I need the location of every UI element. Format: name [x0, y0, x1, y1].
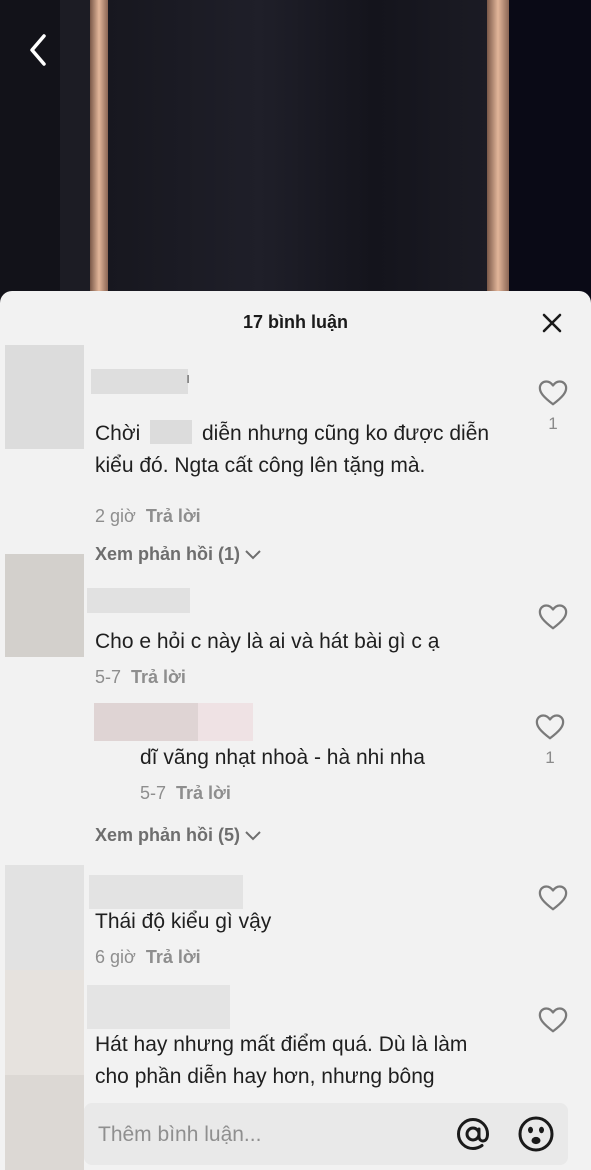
comments-count-title: 17 bình luận — [242, 312, 348, 332]
comment-text-line2: kiểu đó. Ngta cất công lên tặng mà. — [95, 454, 426, 477]
comment-meta: 2 giờ Trả lời — [95, 506, 201, 527]
heart-icon — [535, 714, 565, 740]
curtain — [509, 0, 591, 300]
reply-username-redacted[interactable] — [94, 703, 198, 741]
username-redacted[interactable] — [91, 369, 188, 394]
curtain — [60, 0, 90, 300]
comment-input-bar — [84, 1103, 568, 1165]
avatar[interactable] — [5, 865, 84, 970]
comment-text-prefix: Chời — [95, 422, 141, 445]
redacted-name — [150, 420, 193, 444]
sheet-header: 17 bình luận — [0, 291, 591, 353]
username-suffix: ı — [186, 370, 191, 387]
chevron-down-icon — [245, 831, 261, 841]
comments-sheet: 17 bình luận ı Chời diễn nhưng cũng ko đ… — [0, 291, 591, 1170]
like-button[interactable]: 1 — [538, 379, 568, 434]
heart-icon — [538, 380, 568, 406]
video-background — [0, 0, 591, 300]
heart-icon — [538, 604, 568, 630]
username-redacted[interactable] — [87, 588, 190, 613]
view-replies-label: Xem phản hồi (5) — [95, 825, 241, 845]
stage-pole — [90, 0, 108, 300]
chevron-down-icon — [245, 550, 261, 560]
like-button[interactable]: 1 — [535, 713, 565, 768]
like-count: 1 — [548, 414, 558, 433]
avatar[interactable] — [5, 345, 84, 449]
comment-meta: 6 giờ Trả lời — [95, 947, 201, 968]
username-redacted[interactable] — [87, 985, 230, 1029]
back-button[interactable] — [22, 30, 54, 70]
comment-meta: 5-7 Trả lời — [95, 667, 186, 688]
curtain — [108, 0, 488, 300]
back-icon — [30, 34, 46, 66]
comment-text-line2: cho phần diễn hay hơn, nhưng bông — [95, 1065, 435, 1088]
reply-button[interactable]: Trả lời — [146, 947, 201, 967]
comment-text: Thái độ kiểu gì vậy — [95, 910, 272, 933]
heart-icon — [538, 885, 568, 911]
comment-time: 2 giờ — [95, 506, 136, 526]
reply-button[interactable]: Trả lời — [131, 667, 186, 687]
reply-button[interactable]: Trả lời — [176, 783, 231, 803]
close-button[interactable] — [540, 311, 564, 335]
comment-text-suffix: diễn nhưng cũng ko được diễn — [201, 422, 490, 445]
like-button[interactable] — [538, 1006, 568, 1039]
emoji-button[interactable] — [517, 1115, 555, 1153]
avatar[interactable] — [5, 554, 84, 657]
comment-text: Cho e hỏi c này là ai và hát bài gì c ạ — [95, 630, 440, 653]
heart-icon — [538, 1007, 568, 1033]
like-button[interactable] — [538, 884, 568, 917]
reply-time: 5-7 — [140, 783, 167, 803]
view-replies-label: Xem phản hồi (1) — [95, 544, 241, 564]
emoji-icon — [518, 1116, 554, 1152]
reply-meta: 5-7 Trả lời — [140, 783, 231, 804]
comment-input[interactable] — [96, 1115, 440, 1155]
reply-button[interactable]: Trả lời — [146, 506, 201, 526]
comment-text: Chời diễn nhưng cũng ko được diễn — [95, 417, 489, 450]
comment-time: 6 giờ — [95, 947, 136, 967]
comment-text: Hát hay nhưng mất điểm quá. Dù là làm — [95, 1033, 468, 1056]
username-redacted[interactable] — [89, 875, 243, 909]
stage-pole — [487, 0, 509, 300]
like-button[interactable] — [538, 603, 568, 636]
like-count: 1 — [545, 748, 555, 767]
reply-text: dĩ vãng nhạt nhoà - hà nhi nha — [140, 746, 425, 769]
comment-time: 5-7 — [95, 667, 122, 687]
avatar — [5, 1075, 84, 1170]
mention-button[interactable] — [454, 1115, 492, 1153]
view-replies-button[interactable]: Xem phản hồi (1) — [95, 544, 262, 565]
view-replies-button[interactable]: Xem phản hồi (5) — [95, 825, 262, 846]
close-icon — [542, 313, 562, 333]
reply-username-redacted[interactable] — [198, 703, 253, 741]
avatar[interactable] — [5, 970, 84, 1075]
at-icon — [456, 1117, 490, 1151]
